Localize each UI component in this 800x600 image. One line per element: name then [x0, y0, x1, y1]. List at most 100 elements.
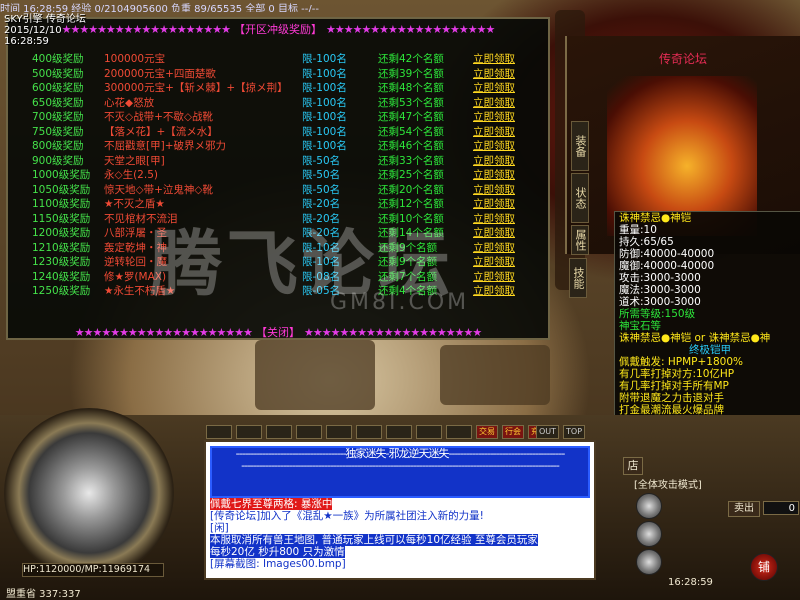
reward-level: 1230级奖励 [32, 256, 91, 268]
server-line: SKY引擎 传奇论坛 [4, 14, 86, 25]
skill-button[interactable]: 交易 [476, 425, 498, 439]
reward-level: 700级奖励 [32, 111, 84, 123]
reward-level: 500级奖励 [32, 67, 84, 80]
claim-button[interactable]: 立即领取 [473, 226, 515, 241]
reward-item: 天堂之眼[甲] [104, 154, 165, 167]
tab-equipment[interactable]: 装备 [571, 121, 589, 171]
skill-button[interactable] [236, 425, 262, 439]
chat-lines: 佩戴七界至尊两格: 暴涨中 [传奇论坛]加入了《混乱★一族》为所属社团注入新的力量… [206, 498, 594, 570]
out-button[interactable]: OUT [536, 425, 560, 439]
reward-remaining: 还剩47个名额 [378, 111, 444, 123]
reward-limit: 限-50名 [302, 169, 341, 181]
reward-limit: 限-50名 [302, 154, 341, 167]
top-button[interactable]: TOP [563, 425, 586, 439]
skill-button[interactable] [446, 425, 472, 439]
reward-remaining: 还剩46个名额 [378, 140, 444, 152]
reward-limit: 限-100名 [302, 140, 347, 152]
item-tip: 有几率打掉对手所有MP [619, 380, 729, 392]
claim-button[interactable]: 立即领取 [473, 154, 515, 169]
item-set-title: 终极铠甲 [689, 344, 731, 356]
weight-icon[interactable] [636, 549, 662, 575]
skill-button[interactable] [326, 425, 352, 439]
exp-icon[interactable] [636, 521, 662, 547]
item-requirement: 所需等级:150级 [619, 308, 696, 320]
claim-button[interactable]: 立即领取 [473, 183, 515, 198]
tab-attributes[interactable]: 属性 [571, 225, 589, 255]
panel-footer: ★★★★★★★★★★★★★★★★★★★★ 【关闭】 ★★★★★★★★★★★★★★… [74, 324, 482, 340]
claim-button[interactable]: 立即领取 [473, 125, 515, 140]
sell-button[interactable]: 卖出 [728, 501, 760, 517]
claim-button[interactable]: 立即领取 [473, 197, 515, 212]
item-tao: 道术:3000-3000 [619, 296, 701, 308]
item-tip: 附带退魔之力击退对手 [619, 392, 724, 404]
skill-bar: 交易行会充值 [206, 425, 550, 439]
skill-button[interactable] [416, 425, 442, 439]
claim-button[interactable]: 立即领取 [473, 255, 515, 270]
window-buttons: OUT TOP [536, 425, 586, 439]
skill-button[interactable] [206, 425, 232, 439]
close-button[interactable]: 【关闭】 [256, 324, 300, 340]
item-weight: 重量:10 [619, 224, 657, 236]
level-icon[interactable] [636, 493, 662, 519]
date-label: 2015/12/10 [4, 25, 62, 36]
character-name: 传奇论坛 [659, 52, 708, 66]
item-attack: 攻击:3000-3000 [619, 272, 701, 284]
reward-item: 心花◆怒放 [104, 96, 155, 109]
time-label: 16:28:59 [4, 36, 49, 47]
tab-status[interactable]: 状态 [571, 173, 589, 223]
reward-level: 600级奖励 [32, 82, 84, 94]
panel-title: 【开区冲级奖励】 [234, 23, 322, 36]
map-coordinates: 盟重省 337:337 [6, 589, 81, 600]
claim-button[interactable]: 立即领取 [473, 67, 515, 82]
chat-message: [屏幕截图: Images00.bmp] [210, 558, 346, 570]
reward-remaining: 还剩53个名额 [378, 96, 444, 109]
shop-button[interactable]: 店 [623, 457, 643, 475]
reward-level: 1000级奖励 [32, 169, 91, 181]
reward-remaining: 还剩39个名额 [378, 67, 444, 80]
reward-row: 1050级奖励 惊天地◇带+泣鬼神◇靴 限-50名 还剩20个名额 立即领取 [12, 183, 548, 198]
item-magic-defense: 魔御:40000-40000 [619, 260, 715, 272]
attack-mode[interactable]: [全体攻击模式] [634, 476, 702, 491]
claim-button[interactable]: 立即领取 [473, 212, 515, 227]
item-tooltip: 诛神禁忌●神铠 重量:10 持久:65/65 防御:40000-40000 魔御… [614, 211, 800, 449]
item-durability: 持久:65/65 [619, 236, 674, 248]
tab-skills[interactable]: 技能 [569, 258, 587, 298]
shop-icon[interactable]: 铺 [750, 553, 778, 581]
clock-block: SKY引擎 传奇论坛 2015/12/10 16:28:59 [4, 14, 86, 47]
skill-button[interactable] [386, 425, 412, 439]
skill-button[interactable] [266, 425, 292, 439]
skill-button[interactable] [356, 425, 382, 439]
reward-level: 1210级奖励 [32, 241, 91, 254]
claim-button[interactable]: 立即领取 [473, 139, 515, 154]
reward-level: 1050级奖励 [32, 183, 91, 196]
claim-button[interactable]: 立即领取 [473, 241, 515, 256]
skill-button[interactable] [296, 425, 322, 439]
claim-button[interactable]: 立即领取 [473, 270, 515, 285]
chat-message: 佩戴七界至尊两格: 暴涨中 [210, 498, 333, 510]
banner-line: ----------------------------------------… [241, 460, 560, 472]
claim-button[interactable]: 立即领取 [473, 110, 515, 125]
claim-button[interactable]: 立即领取 [473, 52, 515, 67]
reward-limit: 限-100名 [302, 96, 347, 109]
reward-level: 750级奖励 [32, 125, 84, 138]
terrain-rock [255, 340, 375, 410]
reward-remaining: 还剩54个名额 [378, 125, 444, 138]
reward-item: 200000元宝+四面楚歌 [104, 67, 216, 80]
reward-level: 900级奖励 [32, 154, 84, 167]
reward-level: 650级奖励 [32, 96, 84, 109]
claim-button[interactable]: 立即领取 [473, 168, 515, 183]
reward-row: 800级奖励 不屈戳意[甲]+破界メ邪力 限-100名 还剩46个名额 立即领取 [12, 139, 548, 154]
claim-button[interactable]: 立即领取 [473, 284, 515, 299]
claim-button[interactable]: 立即领取 [473, 96, 515, 111]
reward-item: 惊天地◇带+泣鬼神◇靴 [104, 183, 213, 196]
gold-count: 0 [763, 501, 799, 515]
reward-limit: 限-100名 [302, 82, 347, 94]
claim-button[interactable]: 立即领取 [473, 81, 515, 96]
skill-button[interactable]: 行会 [502, 425, 524, 439]
reward-row: 750级奖励 【落メ花】+【流メ水】 限-100名 还剩54个名额 立即领取 [12, 125, 548, 140]
reward-level: 800级奖励 [32, 140, 84, 152]
chat-message: [闲] [210, 522, 229, 534]
reward-limit: 限-100名 [302, 111, 347, 123]
reward-remaining: 还剩25个名额 [378, 169, 444, 181]
reward-item: 300000元宝+【斩メ棘】+【掠メ荆】 [104, 82, 288, 94]
